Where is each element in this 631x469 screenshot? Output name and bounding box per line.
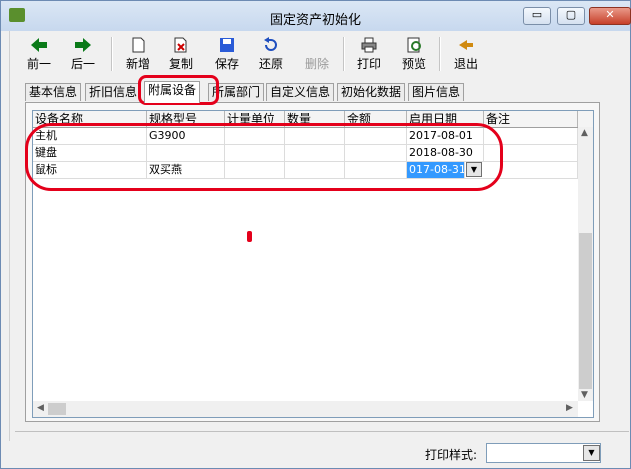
- floppy-disk-icon: [218, 37, 236, 53]
- vertical-scroll-thumb[interactable]: [579, 233, 592, 389]
- restore-button[interactable]: 还原: [251, 35, 291, 75]
- print-style-label: 打印样式:: [425, 448, 478, 462]
- preview-icon: [405, 37, 423, 53]
- delete-label: 删除: [304, 57, 329, 71]
- column-header[interactable]: 备注: [484, 111, 578, 127]
- printer-icon: [360, 37, 378, 53]
- next-button[interactable]: 后一: [63, 35, 103, 75]
- toolbar-separator: [439, 37, 441, 71]
- preview-button[interactable]: 预览: [394, 35, 434, 75]
- maximize-button[interactable]: ▢: [557, 7, 585, 25]
- scroll-right-icon[interactable]: ▶: [566, 403, 573, 413]
- next-label: 后一: [70, 57, 95, 71]
- new-document-icon: [129, 37, 147, 53]
- exit-icon: [457, 37, 475, 53]
- tab-init-data[interactable]: 初始化数据: [337, 83, 406, 101]
- toolbar: 前一 后一 新增 复制 保存 还原 删除 打印 预览 退出: [11, 33, 621, 77]
- print-button[interactable]: 打印: [349, 35, 389, 75]
- add-label: 新增: [125, 57, 150, 71]
- main-window: 固定资产初始化 ▭ ▢ ✕ 前一 后一 新增 复制 保存 还原 删除 打印 预览…: [0, 0, 631, 469]
- add-button[interactable]: 新增: [118, 35, 158, 75]
- arrow-left-icon: [30, 37, 48, 53]
- left-strip: [1, 31, 10, 441]
- copy-label: 复制: [168, 57, 193, 71]
- tab-attached-equipment[interactable]: 附属设备: [144, 81, 201, 103]
- prev-label: 前一: [26, 57, 51, 71]
- scroll-down-icon[interactable]: ▼: [581, 390, 588, 400]
- annotation-mark: [247, 231, 252, 242]
- tab-picture-info[interactable]: 图片信息: [408, 83, 465, 101]
- arrow-right-icon: [74, 37, 92, 53]
- tab-depreciation-info[interactable]: 折旧信息: [85, 83, 142, 101]
- tab-basic-info[interactable]: 基本信息: [25, 83, 82, 101]
- exit-button[interactable]: 退出: [446, 35, 486, 75]
- vertical-scrollbar[interactable]: ▲ ▼: [578, 127, 593, 401]
- preview-label: 预览: [401, 57, 426, 71]
- delete-icon: [308, 37, 326, 53]
- annotation-circle-rows: [25, 123, 503, 191]
- print-style-dropdown-icon[interactable]: ▼: [583, 445, 600, 461]
- print-label: 打印: [356, 57, 381, 71]
- close-button[interactable]: ✕: [589, 7, 631, 25]
- save-label: 保存: [214, 57, 239, 71]
- restore-label: 还原: [258, 57, 283, 71]
- horizontal-scrollbar[interactable]: ◀ ▶: [33, 401, 578, 417]
- minimize-button[interactable]: ▭: [523, 7, 551, 25]
- toolbar-separator: [111, 37, 113, 71]
- delete-button[interactable]: 删除: [297, 35, 337, 75]
- prev-button[interactable]: 前一: [19, 35, 59, 75]
- print-style-select[interactable]: ▼: [486, 443, 601, 463]
- scroll-left-icon[interactable]: ◀: [37, 403, 44, 413]
- undo-icon: [262, 37, 280, 53]
- horizontal-scroll-thumb[interactable]: [48, 403, 66, 415]
- exit-label: 退出: [453, 57, 478, 71]
- save-button[interactable]: 保存: [207, 35, 247, 75]
- tab-custom-info[interactable]: 自定义信息: [266, 83, 335, 101]
- copy-button[interactable]: 复制: [161, 35, 201, 75]
- title-bar: 固定资产初始化 ▭ ▢ ✕: [1, 1, 631, 31]
- scroll-up-icon[interactable]: ▲: [581, 128, 588, 138]
- copy-document-icon: [172, 37, 190, 53]
- toolbar-separator: [343, 37, 345, 71]
- footer-separator: [15, 431, 629, 432]
